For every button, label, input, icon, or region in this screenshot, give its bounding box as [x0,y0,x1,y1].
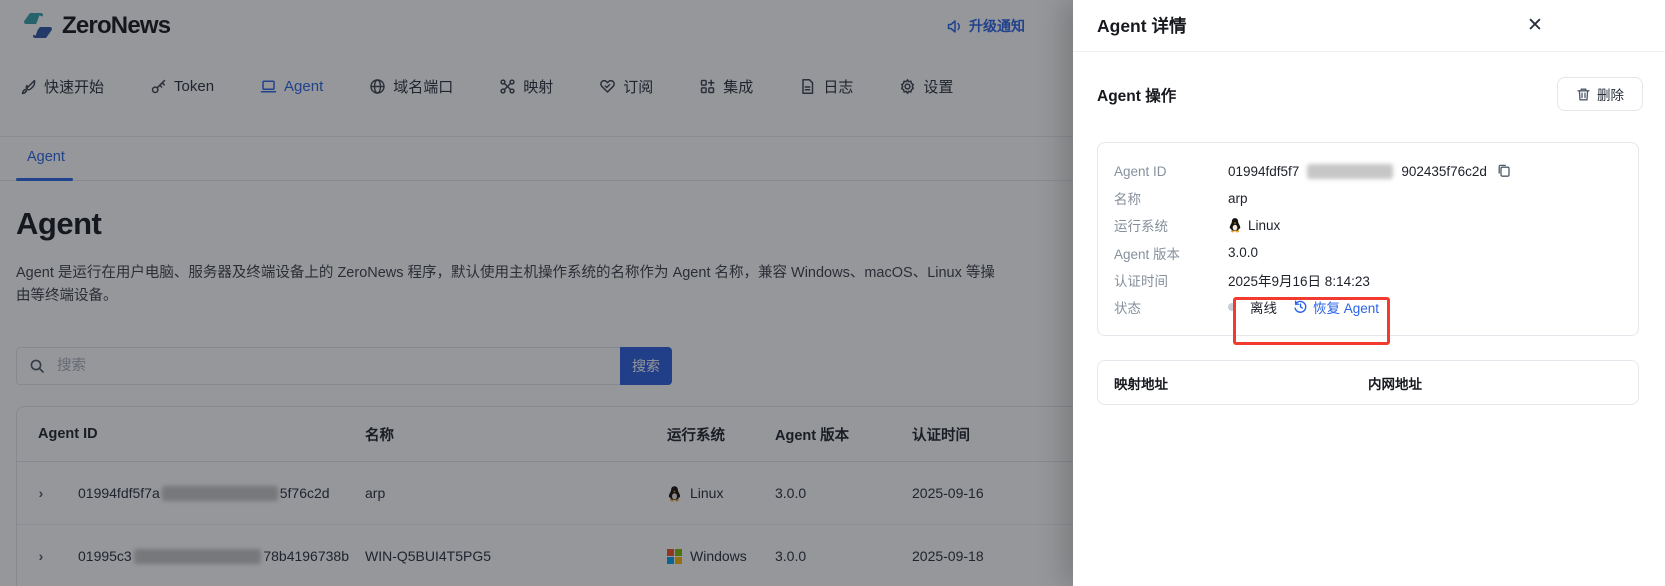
copy-icon[interactable] [1497,164,1511,178]
drawer-header: Agent 详情 [1073,0,1665,52]
trash-icon [1576,87,1591,102]
agent-details-card: Agent ID 01994fdf5f7902435f76c2d 名称 arp … [1097,142,1639,336]
detail-row-version: Agent 版本 3.0.0 [1114,240,1622,266]
restore-agent-link[interactable]: 恢复 Agent [1293,297,1379,317]
agent-detail-drawer: Agent 详情 ✕ Agent 操作 删除 Agent ID 01994fdf… [1073,0,1665,586]
zeronews-app: ZeroNews 升级通知 快速开始 [0,0,1665,586]
internal-address-header: 内网地址 [1368,373,1622,393]
status-offline-text: 离线 [1250,297,1277,317]
restore-icon [1293,299,1308,314]
detail-row-os: 运行系统 Linux [1114,212,1622,238]
detail-row-status: 状态 离线 恢复 Agent [1114,294,1622,320]
detail-row-auth-time: 认证时间 2025年9月16日 8:14:23 [1114,267,1622,293]
detail-row-agent-id: Agent ID 01994fdf5f7902435f76c2d [1114,158,1622,184]
drawer-section-title: Agent 操作 [1097,84,1176,106]
detail-row-name: 名称 arp [1114,185,1622,211]
delete-agent-button[interactable]: 删除 [1557,77,1643,111]
mapping-address-card: 映射地址 内网地址 [1097,360,1639,405]
linux-tux-icon [1228,217,1242,233]
drawer-title: Agent 详情 [1097,13,1186,38]
mapping-address-header: 映射地址 [1114,373,1368,393]
modal-dim-overlay[interactable] [0,0,1073,586]
close-icon[interactable]: ✕ [1523,14,1547,38]
status-offline-dot [1228,303,1236,311]
redacted-id-blur [1307,164,1393,179]
